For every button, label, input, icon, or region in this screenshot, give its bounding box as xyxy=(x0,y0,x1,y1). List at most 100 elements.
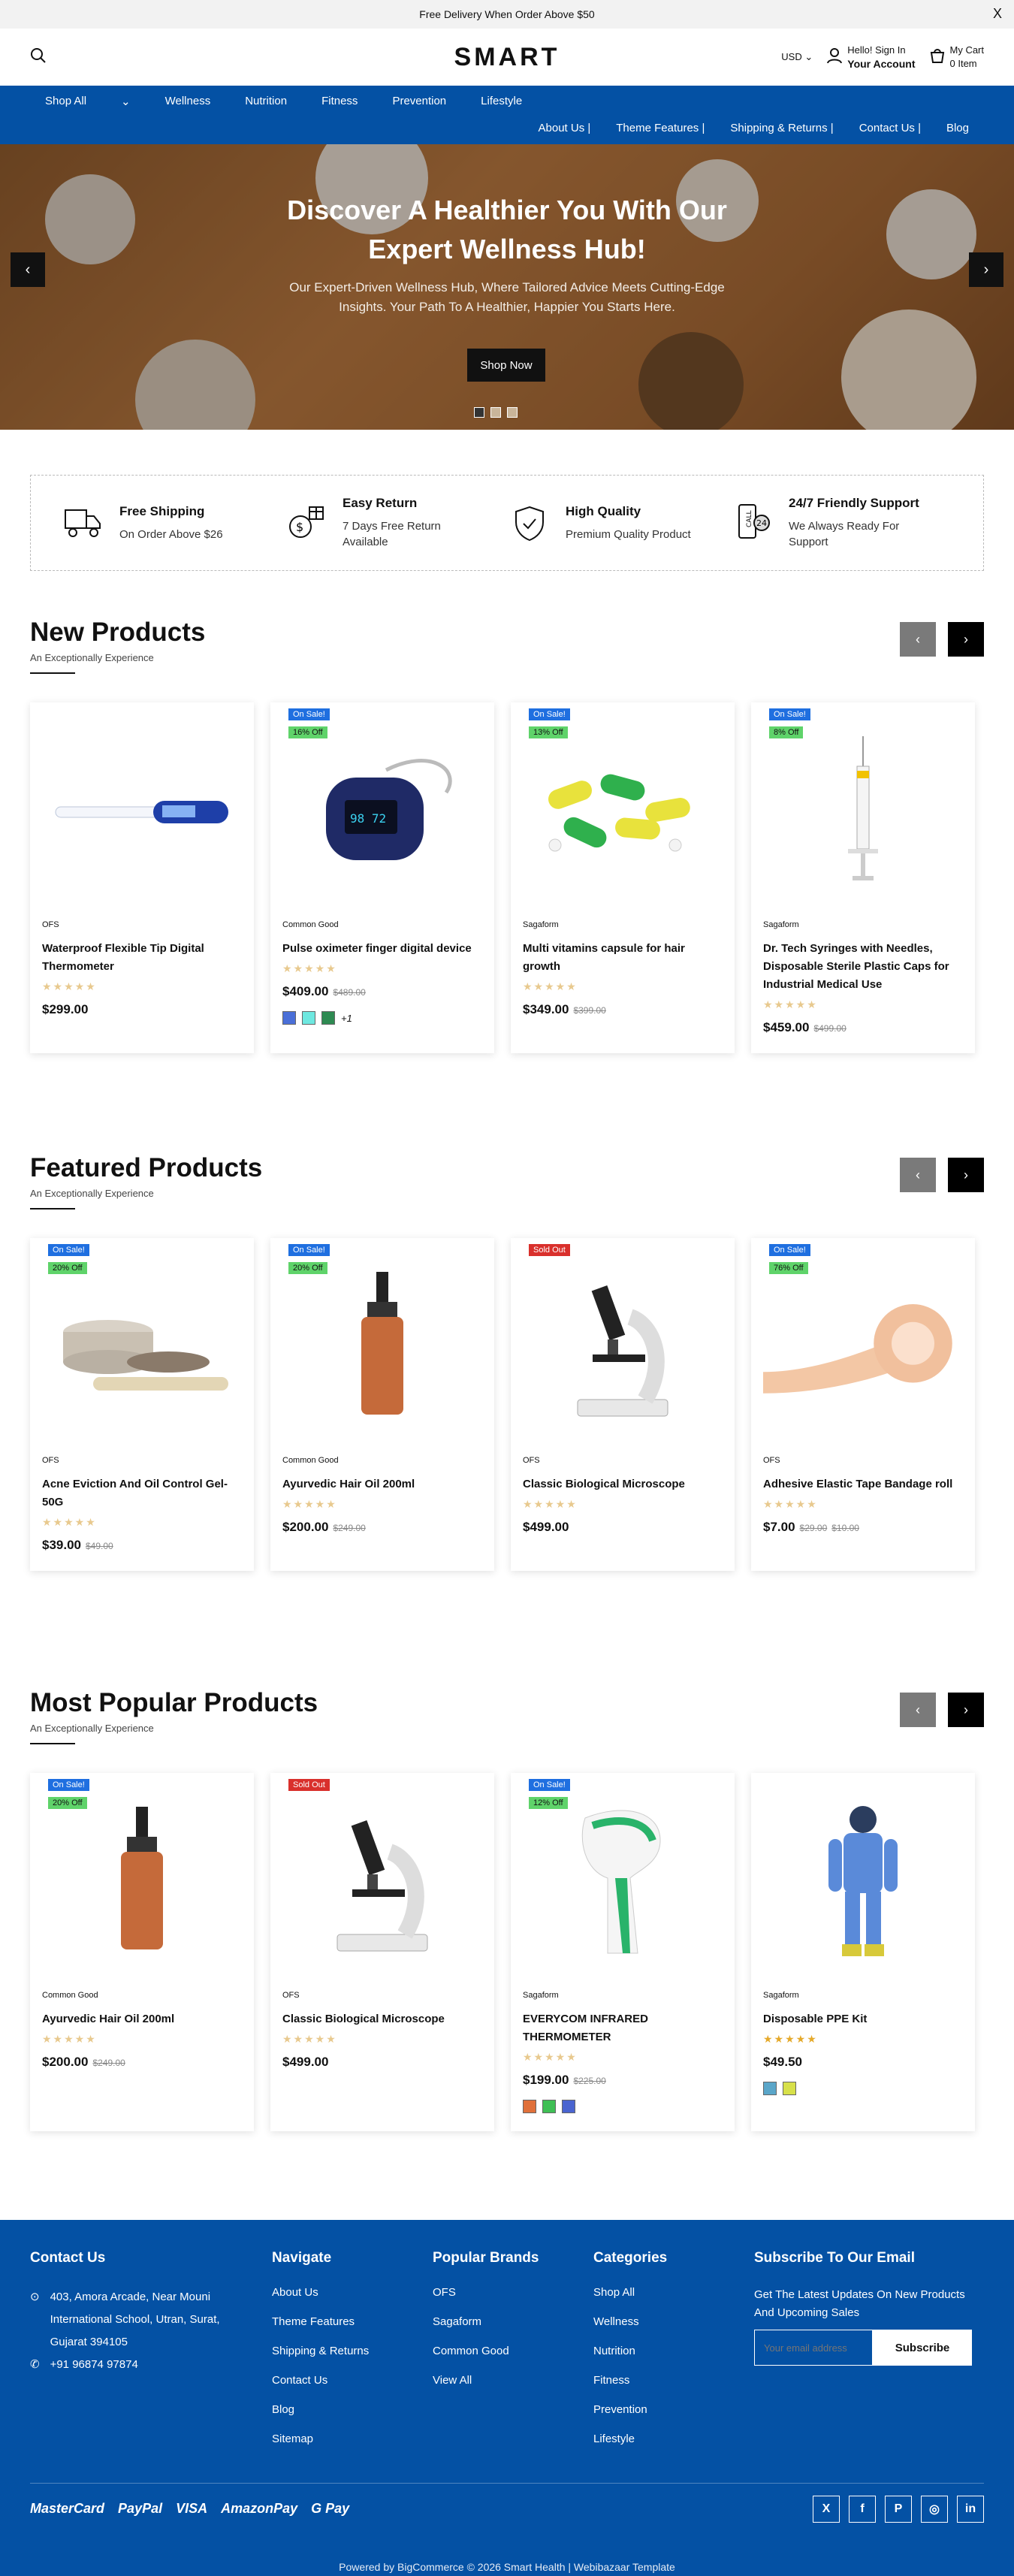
color-swatch[interactable] xyxy=(321,1011,335,1025)
currency-select[interactable]: USD ⌄ xyxy=(781,51,813,63)
product-brand[interactable]: Common Good xyxy=(42,1991,242,2000)
product-card[interactable]: Sagaform Disposable PPE Kit ★★★★★ $49.50 xyxy=(751,1773,975,2131)
nav-link[interactable]: Shipping & Returns | xyxy=(730,122,833,134)
footer-link[interactable]: Sitemap xyxy=(272,2433,433,2445)
product-image[interactable]: Sold Out xyxy=(523,1238,723,1456)
product-card[interactable]: Sold Out OFS Classic Biological Microscope… xyxy=(270,1773,494,2131)
color-swatch[interactable] xyxy=(282,1011,296,1025)
account-link[interactable]: Hello! Sign In Your Account xyxy=(826,44,916,71)
footer-phone[interactable]: +91 96874 97874 xyxy=(50,2354,138,2376)
shop-now-button[interactable]: Shop Now xyxy=(467,349,545,382)
color-swatch[interactable] xyxy=(562,2100,575,2113)
nav-link[interactable]: Theme Features | xyxy=(616,122,705,134)
nav-item-nutrition[interactable]: Nutrition xyxy=(245,95,287,108)
product-card[interactable]: On Sale! 76% Off OFS Adhesive Elastic Tape … xyxy=(751,1238,975,1571)
product-name[interactable]: Multi vitamins capsule for hair growth xyxy=(523,940,723,976)
close-icon[interactable]: X xyxy=(993,6,1002,22)
next-slide-button[interactable]: › xyxy=(969,252,1003,287)
facebook-icon[interactable]: f xyxy=(849,2495,876,2523)
footer-link[interactable]: Contact Us xyxy=(272,2374,433,2387)
product-image[interactable]: 98 72 On Sale! 16% Off xyxy=(282,702,482,920)
nav-item-lifestyle[interactable]: Lifestyle xyxy=(481,95,522,108)
nav-item-shop-all[interactable]: Shop All xyxy=(45,95,86,108)
product-image[interactable]: On Sale! 12% Off xyxy=(523,1773,723,1991)
footer-link[interactable]: Lifestyle xyxy=(593,2433,754,2445)
product-name[interactable]: Waterproof Flexible Tip Digital Thermome… xyxy=(42,940,242,976)
product-card[interactable]: Sold Out OFS Classic Biological Microscope… xyxy=(511,1238,735,1571)
carousel-next-button[interactable]: › xyxy=(948,1158,984,1192)
carousel-prev-button[interactable]: ‹ xyxy=(900,1158,936,1192)
slider-dot[interactable] xyxy=(507,407,518,418)
email-input[interactable] xyxy=(754,2330,873,2366)
product-brand[interactable]: OFS xyxy=(763,1456,963,1465)
product-image[interactable] xyxy=(42,702,242,920)
color-swatch[interactable] xyxy=(763,2082,777,2095)
product-image[interactable]: Sold Out xyxy=(282,1773,482,1991)
nav-link[interactable]: Contact Us | xyxy=(859,122,921,134)
product-brand[interactable]: Sagaform xyxy=(523,1991,723,2000)
footer-link[interactable]: About Us xyxy=(272,2286,433,2299)
carousel-next-button[interactable]: › xyxy=(948,622,984,657)
product-brand[interactable]: Common Good xyxy=(282,1456,482,1465)
product-card[interactable]: On Sale! 20% Off Common Good Ayurvedic Hair… xyxy=(270,1238,494,1571)
product-card[interactable]: On Sale! 8% Off Sagaform Dr. Tech Syringes … xyxy=(751,702,975,1053)
carousel-prev-button[interactable]: ‹ xyxy=(900,1693,936,1727)
product-brand[interactable]: Sagaform xyxy=(763,1991,963,2000)
product-card[interactable]: On Sale! 20% Off OFS Acne Eviction And Oil … xyxy=(30,1238,254,1571)
site-logo[interactable]: SMART xyxy=(454,43,560,72)
product-name[interactable]: Pulse oximeter finger digital device xyxy=(282,940,482,958)
product-brand[interactable]: OFS xyxy=(42,1456,242,1465)
footer-link[interactable]: View All xyxy=(433,2374,593,2387)
footer-link[interactable]: Fitness xyxy=(593,2374,754,2387)
product-card[interactable]: On Sale! 20% Off Common Good Ayurvedic Hair… xyxy=(30,1773,254,2131)
product-name[interactable]: Ayurvedic Hair Oil 200ml xyxy=(42,2010,242,2028)
footer-link[interactable]: Shop All xyxy=(593,2286,754,2299)
x-icon[interactable]: X xyxy=(813,2495,840,2523)
color-swatch[interactable] xyxy=(783,2082,796,2095)
footer-link[interactable]: Common Good xyxy=(433,2345,593,2357)
product-image[interactable]: On Sale! 20% Off xyxy=(42,1238,242,1456)
product-image[interactable]: On Sale! 13% Off xyxy=(523,702,723,920)
product-card[interactable]: OFS Waterproof Flexible Tip Digital Therm… xyxy=(30,702,254,1053)
footer-link[interactable]: Theme Features xyxy=(272,2315,433,2328)
product-name[interactable]: Ayurvedic Hair Oil 200ml xyxy=(282,1475,482,1493)
slider-dot[interactable] xyxy=(474,407,484,418)
product-brand[interactable]: Common Good xyxy=(282,920,482,929)
carousel-next-button[interactable]: › xyxy=(948,1693,984,1727)
product-brand[interactable]: Sagaform xyxy=(523,920,723,929)
footer-link[interactable]: Blog xyxy=(272,2403,433,2416)
product-image[interactable]: On Sale! 76% Off xyxy=(763,1238,963,1456)
prev-slide-button[interactable]: ‹ xyxy=(11,252,45,287)
instagram-icon[interactable]: ◎ xyxy=(921,2495,948,2523)
nav-link[interactable]: Blog xyxy=(946,122,969,134)
product-card[interactable]: On Sale! 13% Off Sagaform Multi vitamins ca… xyxy=(511,702,735,1053)
product-brand[interactable]: OFS xyxy=(523,1456,723,1465)
pinterest-icon[interactable]: P xyxy=(885,2495,912,2523)
footer-link[interactable]: Sagaform xyxy=(433,2315,593,2328)
nav-item-prevention[interactable]: Prevention xyxy=(392,95,446,108)
product-name[interactable]: Acne Eviction And Oil Control Gel-50G xyxy=(42,1475,242,1511)
nav-item-fitness[interactable]: Fitness xyxy=(321,95,358,108)
product-name[interactable]: Dr. Tech Syringes with Needles, Disposab… xyxy=(763,940,963,994)
more-swatches[interactable]: +1 xyxy=(341,1013,352,1024)
product-image[interactable]: On Sale! 8% Off xyxy=(763,702,963,920)
color-swatch[interactable] xyxy=(302,1011,315,1025)
footer-link[interactable]: Prevention xyxy=(593,2403,754,2416)
product-card[interactable]: 98 72 On Sale! 16% Off Common Good Pulse oxi… xyxy=(270,702,494,1053)
product-name[interactable]: Classic Biological Microscope xyxy=(523,1475,723,1493)
subscribe-button[interactable]: Subscribe xyxy=(873,2330,972,2366)
slider-dot[interactable] xyxy=(490,407,501,418)
footer-link[interactable]: OFS xyxy=(433,2286,593,2299)
cart-link[interactable]: My Cart 0 Item xyxy=(929,44,984,71)
color-swatch[interactable] xyxy=(523,2100,536,2113)
product-brand[interactable]: OFS xyxy=(42,920,242,929)
product-name[interactable]: EVERYCOM INFRARED THERMOMETER xyxy=(523,2010,723,2046)
footer-link[interactable]: Wellness xyxy=(593,2315,754,2328)
product-image[interactable]: On Sale! 20% Off xyxy=(282,1238,482,1456)
product-name[interactable]: Disposable PPE Kit xyxy=(763,2010,963,2028)
product-brand[interactable]: Sagaform xyxy=(763,920,963,929)
footer-link[interactable]: Shipping & Returns xyxy=(272,2345,433,2357)
product-card[interactable]: On Sale! 12% Off Sagaform EVERYCOM INFRARED… xyxy=(511,1773,735,2131)
carousel-prev-button[interactable]: ‹ xyxy=(900,622,936,657)
product-image[interactable] xyxy=(763,1773,963,1991)
